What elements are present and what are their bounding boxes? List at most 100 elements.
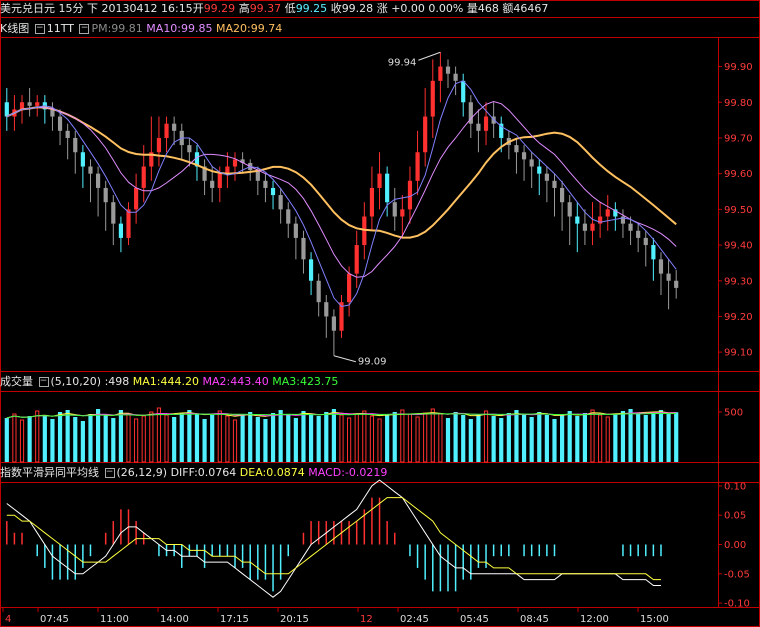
change-pct-value: 0.00% — [428, 2, 464, 15]
volume-bar — [80, 421, 85, 462]
volume-bar — [415, 416, 420, 463]
price-tick-label: 99.90 — [724, 62, 753, 73]
volume-bar — [468, 419, 473, 462]
candle-body — [164, 123, 169, 138]
volume-bar — [278, 410, 283, 462]
volume-bars — [4, 407, 679, 463]
volume-bar — [598, 414, 603, 463]
macd-tick-label: 0.10 — [724, 481, 746, 492]
time-tick-label: 12 — [360, 614, 373, 625]
macd-tick-label: 0.05 — [724, 511, 746, 522]
candle-body — [278, 195, 283, 210]
candle-body — [141, 166, 146, 188]
chart-canvas[interactable]: 99.90 99.80 99.70 99.60 99.50 99.40 99.30 99.20… — [0, 0, 760, 627]
collapse-toggle-icon[interactable]: − — [104, 468, 115, 478]
volume-bar — [118, 410, 123, 462]
volume-bar — [582, 413, 588, 462]
volume-bar — [19, 419, 25, 463]
candle-body — [27, 102, 32, 106]
volume-bar — [141, 415, 146, 463]
candle-body — [461, 80, 466, 103]
volume-bar — [149, 411, 154, 463]
candle-body — [57, 116, 63, 131]
candle-body — [134, 187, 139, 210]
volume-bar — [134, 418, 139, 463]
volume-legend: 成交量 − (5,10,20) :498 MA1:444.20 MA2:443.4… — [0, 373, 338, 391]
volume-bar — [369, 415, 375, 463]
volume-bar — [95, 409, 101, 462]
macd-title[interactable]: 指数平滑异同平均线 — [0, 466, 99, 479]
volume-bar — [521, 414, 527, 462]
candle-body — [324, 302, 329, 317]
volume-bar — [544, 415, 549, 462]
candle-body — [263, 180, 268, 188]
change-value: +0.00 — [391, 2, 425, 15]
high-label: 高 — [238, 2, 250, 15]
candle-body — [453, 73, 458, 81]
volume-bar — [179, 413, 184, 462]
candle-body — [415, 152, 420, 181]
volume-bar — [453, 412, 458, 462]
candle-body — [65, 130, 70, 138]
candle-body — [187, 145, 192, 153]
candle-body — [118, 223, 123, 238]
kline-title[interactable]: K线图 — [0, 22, 29, 35]
candle-body — [666, 273, 671, 281]
vol-ma1-value: MA1:444.20 — [132, 375, 199, 388]
volume-bar — [362, 410, 367, 463]
candle-body — [537, 166, 542, 174]
time-tick-label: 15:00 — [640, 614, 669, 625]
collapse-toggle-icon[interactable]: − — [79, 24, 90, 34]
collapse-toggle-icon[interactable]: − — [34, 24, 45, 34]
volume-bar — [65, 410, 70, 462]
volume-bar — [423, 412, 428, 463]
collapse-toggle-icon[interactable]: − — [38, 377, 49, 387]
candle-body — [567, 202, 572, 217]
indicator-name[interactable]: 11TT — [47, 22, 74, 35]
volume-bar — [377, 418, 382, 463]
volume-bar — [674, 412, 679, 462]
volume-bar — [537, 412, 542, 462]
low-marker-line — [333, 355, 357, 363]
volume-bar — [263, 419, 268, 462]
candle-body — [73, 137, 78, 153]
macd-tick-label: -0.05 — [724, 569, 750, 580]
close-value: 99.28 — [341, 2, 374, 15]
candle-body — [126, 209, 131, 238]
volume-bar — [210, 415, 215, 462]
macd-tick-label: 0.00 — [724, 540, 746, 551]
volume-bar — [187, 410, 192, 462]
candle-body — [385, 173, 390, 203]
candle-body — [651, 245, 656, 260]
volume-bar — [651, 412, 656, 462]
candle-body — [331, 316, 336, 331]
volume-bar — [385, 415, 390, 462]
volume-bar — [461, 415, 466, 462]
volume-bar — [643, 415, 648, 462]
volume-bar — [111, 418, 116, 462]
volume-value: 468 — [477, 2, 499, 15]
candle-body — [103, 187, 108, 203]
volume-bar — [400, 409, 405, 463]
macd-legend: 指数平滑异同平均线 − (26,12,9) DIFF:0.0764 DEA:0.0… — [0, 464, 387, 482]
time-tick-label: 12:00 — [580, 614, 609, 625]
volume-title[interactable]: 成交量 — [0, 375, 33, 388]
high-marker-line — [418, 51, 441, 61]
close-label: 收 — [330, 2, 342, 15]
candle-body — [445, 66, 451, 74]
price-tick-label: 99.50 — [724, 205, 753, 216]
change-label: 涨 — [376, 2, 388, 15]
amount-value: 46467 — [513, 2, 549, 15]
low-marker-label: 99.09 — [358, 357, 387, 368]
volume-bar — [347, 417, 352, 463]
symbol-name: 美元兑日元 — [0, 2, 55, 15]
time-tick-label: 08:45 — [520, 614, 549, 625]
candle-body — [529, 159, 534, 167]
volume-bar — [42, 415, 47, 462]
candle-body — [476, 123, 481, 131]
ma20-value: MA20:99.74 — [216, 22, 283, 35]
dea-value: DEA:0.0874 — [239, 466, 305, 479]
direction-label: 下 — [87, 2, 98, 15]
candle-body — [293, 223, 298, 238]
period-label[interactable]: 15分 — [59, 2, 84, 15]
